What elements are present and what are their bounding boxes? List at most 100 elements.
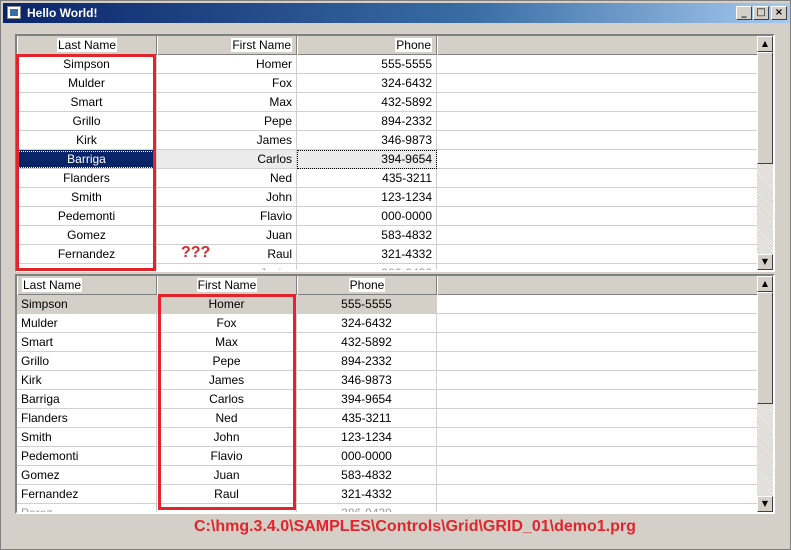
cell-phone[interactable]: 386-9439 — [297, 264, 437, 270]
cell-phone[interactable]: 123-1234 — [297, 428, 437, 447]
scroll-thumb[interactable] — [757, 292, 773, 404]
cell-phone[interactable]: 555-5555 — [297, 55, 437, 74]
scroll-down-button[interactable]: ▼ — [757, 254, 773, 270]
table-row[interactable]: Kirk James 346-9873 — [17, 131, 759, 150]
scroll-up-button[interactable]: ▲ — [757, 276, 773, 292]
cell-last-name[interactable]: Smart — [17, 333, 157, 352]
cell-first-name[interactable]: Juan — [157, 226, 297, 245]
cell-phone[interactable]: 000-0000 — [297, 447, 437, 466]
minimize-button[interactable]: _ — [736, 6, 752, 20]
cell-last-name[interactable]: Mulder — [17, 314, 157, 333]
cell-first-name[interactable]: Juan — [157, 466, 297, 485]
cell-phone[interactable]: 346-9873 — [297, 131, 437, 150]
cell-phone[interactable]: 324-6432 — [297, 314, 437, 333]
cell-phone[interactable]: 394-9654 — [297, 390, 437, 409]
cell-last-name[interactable]: Pedemonti — [17, 447, 157, 466]
cell-phone[interactable]: 000-0000 — [297, 207, 437, 226]
grid-bottom-scrollbar[interactable]: ▲ ▼ — [757, 276, 773, 512]
table-row[interactable]: Simpson Homer 555-5555 — [17, 295, 759, 314]
table-row[interactable]: Smart Max 432-5892 — [17, 93, 759, 112]
grid-top[interactable]: Last Name First Name Phone Simpson Homer 5… — [15, 34, 775, 272]
cell-last-name[interactable]: Flanders — [17, 169, 157, 188]
cell-first-name[interactable] — [157, 504, 297, 512]
cell-phone[interactable]: 346-9873 — [297, 371, 437, 390]
cell-last-name[interactable]: Grillo — [17, 112, 157, 131]
cell-last-name[interactable]: Kirk — [17, 131, 157, 150]
cell-last-name[interactable]: Grillo — [17, 352, 157, 371]
table-row[interactable]: Smith John 123-1234 — [17, 188, 759, 207]
cell-last-name[interactable]: Kirk — [17, 371, 157, 390]
cell-phone[interactable]: 583-4832 — [297, 226, 437, 245]
scroll-up-button[interactable]: ▲ — [757, 36, 773, 52]
cell-first-name[interactable]: Pepe — [157, 352, 297, 371]
header-first-name[interactable]: First Name — [157, 36, 297, 55]
cell-first-name[interactable]: Fox — [157, 314, 297, 333]
table-row[interactable]: Mulder Fox 324-6432 — [17, 74, 759, 93]
table-row[interactable]: Barriga Carlos 394-9654 — [17, 150, 759, 169]
table-row[interactable]: Pedemonti Flavio 000-0000 — [17, 207, 759, 226]
cell-first-name[interactable]: Flavio — [157, 447, 297, 466]
cell-phone[interactable]: 394-9654 — [297, 150, 437, 169]
table-row[interactable]: Javier386-9439 — [17, 264, 759, 270]
cell-last-name[interactable]: Gomez — [17, 226, 157, 245]
cell-last-name[interactable] — [17, 264, 157, 270]
cell-phone[interactable]: 123-1234 — [297, 188, 437, 207]
cell-first-name[interactable]: John — [157, 428, 297, 447]
cell-last-name[interactable]: Smith — [17, 188, 157, 207]
header-last-name[interactable]: Last Name — [17, 36, 157, 55]
cell-last-name[interactable]: Smart — [17, 93, 157, 112]
table-row[interactable]: Smith John 123-1234 — [17, 428, 759, 447]
cell-first-name[interactable]: James — [157, 371, 297, 390]
table-row[interactable]: Simpson Homer 555-5555 — [17, 55, 759, 74]
cell-phone[interactable]: 435-3211 — [297, 409, 437, 428]
scroll-thumb[interactable] — [757, 52, 773, 164]
table-row[interactable]: Grillo Pepe 894-2332 — [17, 112, 759, 131]
header-phone[interactable]: Phone — [297, 36, 437, 55]
grid-top-scrollbar[interactable]: ▲ ▼ — [757, 36, 773, 270]
cell-phone[interactable]: 435-3211 — [297, 169, 437, 188]
header-last-name[interactable]: Last Name — [17, 276, 157, 295]
cell-first-name[interactable]: Max — [157, 93, 297, 112]
cell-phone[interactable]: 894-2332 — [297, 352, 437, 371]
table-row[interactable]: Gomez Juan 583-4832 — [17, 466, 759, 485]
header-phone[interactable]: Phone — [297, 276, 437, 295]
table-row[interactable]: Mulder Fox 324-6432 — [17, 314, 759, 333]
cell-phone[interactable]: 324-6432 — [297, 74, 437, 93]
cell-last-name[interactable]: Smith — [17, 428, 157, 447]
table-row[interactable]: Fernandez Raul 321-4332 — [17, 245, 759, 264]
table-row[interactable]: Flanders Ned 435-3211 — [17, 169, 759, 188]
cell-last-name[interactable]: Simpson — [17, 55, 157, 74]
close-button[interactable]: × — [771, 6, 787, 20]
cell-phone[interactable]: 386-9439 — [297, 504, 437, 512]
scroll-down-button[interactable]: ▼ — [757, 496, 773, 512]
cell-first-name[interactable]: James — [157, 131, 297, 150]
cell-last-name[interactable]: Fernandez — [17, 245, 157, 264]
cell-last-name[interactable]: Barriga — [17, 150, 157, 169]
table-row[interactable]: Barriga Carlos 394-9654 — [17, 390, 759, 409]
cell-first-name[interactable]: Carlos — [157, 390, 297, 409]
cell-last-name[interactable]: Simpson — [17, 295, 157, 314]
cell-first-name[interactable]: Fox — [157, 74, 297, 93]
cell-last-name[interactable]: Fernandez — [17, 485, 157, 504]
cell-phone[interactable]: 583-4832 — [297, 466, 437, 485]
cell-phone[interactable]: 894-2332 — [297, 112, 437, 131]
cell-first-name[interactable]: Homer — [157, 55, 297, 74]
cell-last-name[interactable]: Flanders — [17, 409, 157, 428]
header-first-name[interactable]: First Name — [157, 276, 297, 295]
grid-bottom[interactable]: Last Name First Name Phone Simpson Homer 5… — [15, 274, 775, 514]
cell-first-name[interactable]: Raul — [157, 485, 297, 504]
table-row[interactable]: Kirk James 346-9873 — [17, 371, 759, 390]
cell-last-name[interactable]: Gomez — [17, 466, 157, 485]
cell-phone[interactable]: 321-4332 — [297, 485, 437, 504]
cell-last-name[interactable]: Pedemonti — [17, 207, 157, 226]
cell-first-name[interactable]: Pepe — [157, 112, 297, 131]
title-bar[interactable]: Hello World! _ □ × — [3, 3, 790, 23]
cell-first-name[interactable]: Flavio — [157, 207, 297, 226]
cell-first-name[interactable]: Max — [157, 333, 297, 352]
cell-first-name[interactable]: Ned — [157, 409, 297, 428]
cell-first-name[interactable]: Carlos — [157, 150, 297, 169]
table-row[interactable]: Smart Max 432-5892 — [17, 333, 759, 352]
table-row[interactable]: Pedemonti Flavio 000-0000 — [17, 447, 759, 466]
cell-last-name[interactable]: Perez — [17, 504, 157, 512]
table-row[interactable]: Gomez Juan 583-4832 — [17, 226, 759, 245]
